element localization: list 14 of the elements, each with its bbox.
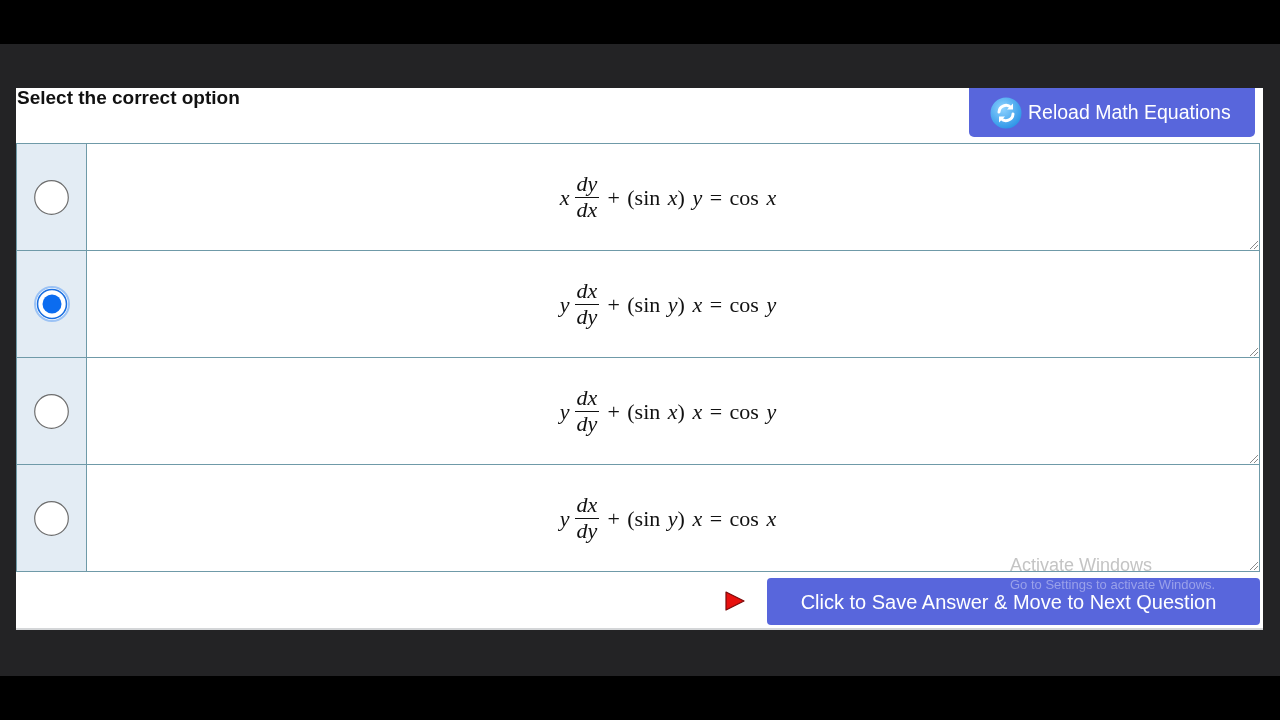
radio-button[interactable] xyxy=(34,393,69,429)
activation-notice-text: Go to Settings to activate Windows. xyxy=(1010,577,1216,593)
question-heading: Select the correct option xyxy=(16,88,240,107)
radio-button[interactable] xyxy=(34,500,69,536)
radio-button[interactable] xyxy=(34,179,69,215)
reload-button[interactable]: Reload Math Equations xyxy=(969,88,1255,137)
resize-grip-icon[interactable] xyxy=(1249,561,1258,570)
resize-grip-icon[interactable] xyxy=(1249,347,1258,356)
refresh-icon xyxy=(990,96,1022,129)
resize-grip-icon[interactable] xyxy=(1249,454,1258,463)
resize-grip-icon[interactable] xyxy=(1249,240,1258,249)
radio-button[interactable] xyxy=(33,286,70,322)
activation-notice-title: Activate Windows xyxy=(1010,555,1154,576)
play-icon xyxy=(725,591,745,611)
